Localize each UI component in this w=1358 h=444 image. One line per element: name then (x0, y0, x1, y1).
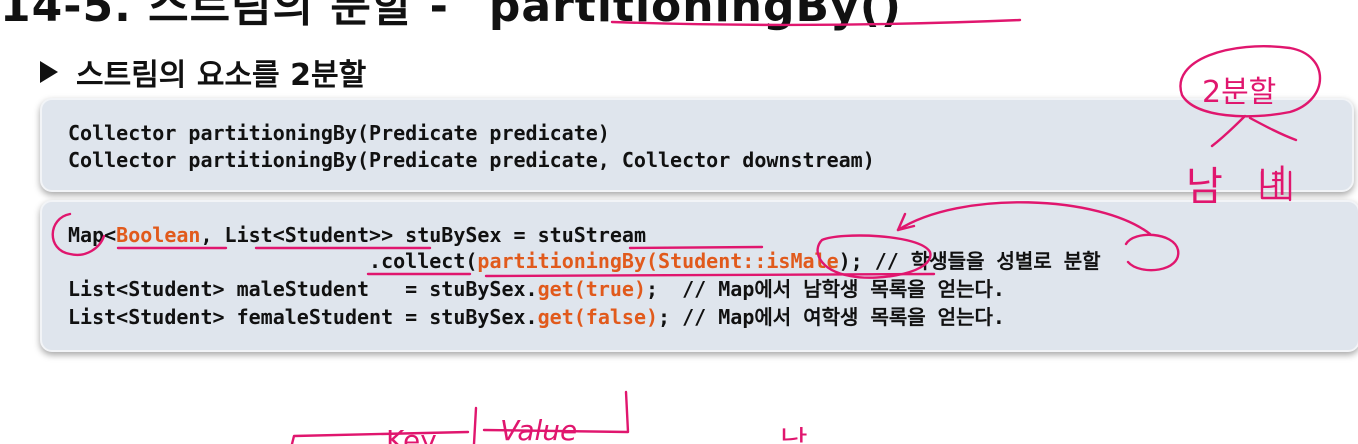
kv-box-divider (472, 406, 478, 444)
code-token: , List<Student>> stuBySex = stuStream (200, 223, 646, 247)
code-token: List<Student> femaleStudent = stuBySex. (68, 305, 538, 329)
code-token: List<Student> maleStudent = stuBySex. (68, 277, 538, 301)
example-code-box: Map<Boolean, List<Student>> stuBySex = s… (40, 200, 1358, 352)
code-token: ; // Map에서 여학생 목록을 얻는다. (658, 305, 1005, 329)
code-token-boolean: Boolean (116, 223, 201, 247)
code-token-get-true: get(true) (537, 277, 646, 301)
section-heading: 스트림의 요소를 2분할 (40, 50, 366, 94)
code-token-partitioning: partitioningBy(Student::isMale (477, 249, 839, 273)
code-token: ); // 학생들을 성별로 분할 (838, 249, 1101, 273)
example-line-1: Map<Boolean, List<Student>> stuBySex = s… (68, 222, 646, 248)
signature-code-box: Collector partitioningBy(Predicate predi… (40, 98, 1354, 192)
code-token: Map< (68, 223, 117, 247)
slide-title: 14-5. 스트림의 분할 - partitioningBy() (0, 0, 902, 34)
example-line-3: List<Student> maleStudent = stuBySex.get… (68, 276, 1005, 302)
slide-title-keyword: partitioningBy() (488, 0, 902, 32)
signature-line-1: Collector partitioningBy(Predicate predi… (68, 121, 610, 145)
bullet-triangle-icon (40, 61, 58, 83)
hw-note: 남 (780, 425, 808, 444)
code-token-get-false: get(false) (537, 305, 659, 329)
signature-line-2: Collector partitioningBy(Predicate predi… (68, 148, 875, 172)
kv-box-right (482, 390, 630, 434)
example-line-2: .collect(partitioningBy(Student::isMale)… (68, 248, 1101, 274)
kv-box-left (290, 430, 470, 444)
code-token: .collect( (369, 249, 478, 273)
code-token: ; // Map에서 남학생 목록을 얻는다. (645, 277, 1005, 301)
hw-table-key: Key (386, 424, 437, 444)
slide-title-prefix: 14-5. 스트림의 분할 - (0, 0, 449, 32)
section-heading-text: 스트림의 요소를 2분할 (76, 58, 367, 93)
example-line-4: List<Student> femaleStudent = stuBySex.g… (68, 304, 1005, 330)
hw-table-value: Value (500, 414, 577, 444)
